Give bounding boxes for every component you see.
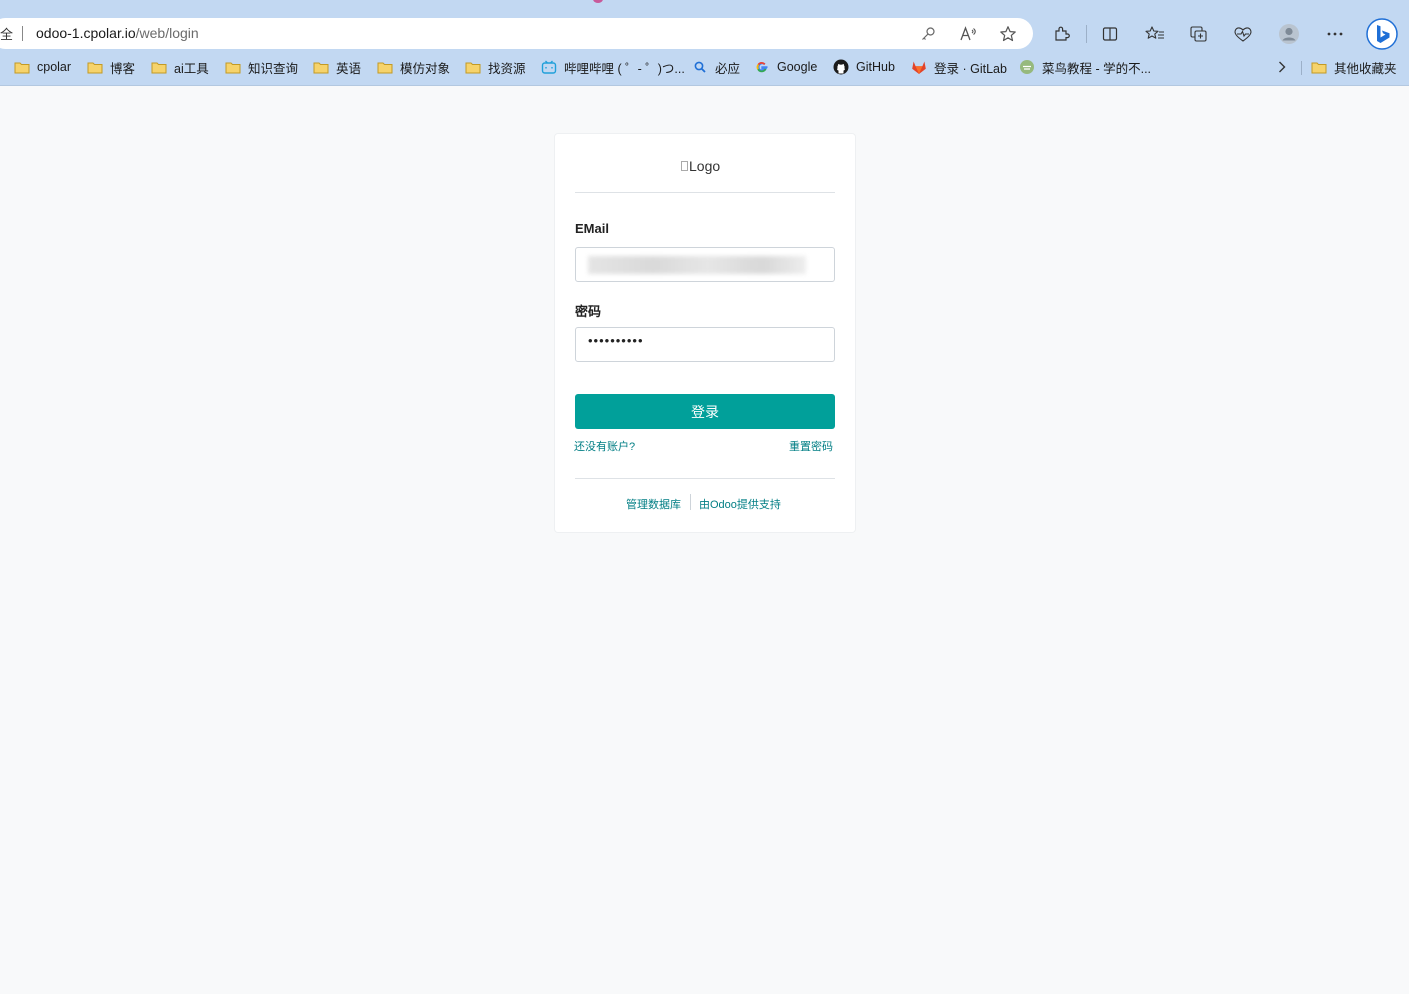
read-aloud-icon[interactable] xyxy=(959,25,977,43)
footer-divider xyxy=(575,478,835,479)
bing-copilot-icon[interactable] xyxy=(1366,18,1398,50)
header-divider xyxy=(575,192,835,193)
address-bar-prefix: 全 xyxy=(0,27,14,42)
extensions-icon[interactable] xyxy=(1051,23,1073,45)
bookmark-english[interactable]: 英语 xyxy=(313,58,361,76)
url-path: /web/login xyxy=(135,25,199,41)
footer-separator xyxy=(690,494,691,510)
bookmark-label: GitHub xyxy=(856,60,895,74)
password-value: •••••••••• xyxy=(588,333,644,348)
bookmark-bing[interactable]: 必应 xyxy=(692,58,740,76)
favorites-list-icon[interactable] xyxy=(1144,23,1166,45)
email-field[interactable] xyxy=(575,247,835,282)
search-icon xyxy=(692,60,708,74)
browser-chrome: 全 odoo-1.cpolar.io/web/login cpolar 博客 a… xyxy=(0,0,1409,86)
login-card: Logo EMail 密码 •••••••••• 登录 还没有账户? 重置密码 … xyxy=(555,134,855,532)
url-host: odoo-1.cpolar.io xyxy=(36,25,136,41)
favorite-star-icon[interactable] xyxy=(999,25,1017,43)
email-value-redacted xyxy=(588,256,806,274)
bookmarks-divider xyxy=(1301,61,1302,75)
folder-icon xyxy=(465,60,481,74)
bookmark-github[interactable]: GitHub xyxy=(833,58,895,76)
bookmark-resources[interactable]: 找资源 xyxy=(465,58,526,76)
bookmark-cpolar[interactable]: cpolar xyxy=(14,58,71,76)
bookmark-label: 必应 xyxy=(715,61,741,76)
folder-icon xyxy=(225,60,241,74)
address-bar-separator xyxy=(22,26,23,41)
folder-icon xyxy=(151,60,167,74)
bookmark-blog[interactable]: 博客 xyxy=(87,58,135,76)
url-text[interactable]: odoo-1.cpolar.io/web/login xyxy=(36,25,199,41)
bookmark-gitlab[interactable]: 登录 · GitLab xyxy=(911,58,1007,76)
email-label: EMail xyxy=(575,221,609,236)
address-bar[interactable]: 全 odoo-1.cpolar.io/web/login xyxy=(0,18,1033,49)
bookmark-label: Google xyxy=(777,60,818,74)
more-menu-icon[interactable] xyxy=(1324,23,1346,45)
bookmark-knowledge[interactable]: 知识查询 xyxy=(225,58,298,76)
powered-by-odoo-link[interactable]: 由Odoo提供支持 xyxy=(699,496,781,512)
bookmark-label: cpolar xyxy=(37,60,72,74)
folder-icon xyxy=(14,60,30,74)
bilibili-icon xyxy=(541,60,557,74)
broken-image-icon xyxy=(681,161,688,171)
bookmarks-overflow-chevron-icon[interactable] xyxy=(1277,58,1287,76)
bookmark-label: 登录 · GitLab xyxy=(934,61,1007,76)
folder-icon xyxy=(313,60,329,74)
login-button[interactable]: 登录 xyxy=(575,394,835,429)
password-label: 密码 xyxy=(575,304,602,319)
tab-indicator xyxy=(593,0,603,3)
browser-essentials-icon[interactable] xyxy=(1232,23,1254,45)
logo-alt-text: Logo xyxy=(689,158,721,174)
bookmarks-bar: cpolar 博客 ai工具 知识查询 英语 模仿对象 找资源 哔哩哔哩 ( ゜… xyxy=(0,55,1409,79)
toolbar-divider xyxy=(1086,25,1087,43)
password-key-icon[interactable] xyxy=(919,25,937,43)
bookmark-ai-tools[interactable]: ai工具 xyxy=(151,58,209,76)
google-icon xyxy=(754,60,770,74)
split-screen-icon[interactable] xyxy=(1099,23,1121,45)
bookmark-label: 模仿对象 xyxy=(400,61,451,76)
runoob-icon xyxy=(1019,60,1035,74)
bookmark-label: 英语 xyxy=(336,61,362,76)
bookmark-label: 其他收藏夹 xyxy=(1334,61,1397,76)
bookmark-label: 找资源 xyxy=(488,61,526,76)
signup-link[interactable]: 还没有账户? xyxy=(574,438,635,454)
password-field[interactable]: •••••••••• xyxy=(575,327,835,362)
collections-icon[interactable] xyxy=(1188,23,1210,45)
bookmark-imitate[interactable]: 模仿对象 xyxy=(377,58,450,76)
bookmark-label: 哔哩哔哩 ( ゜- ゜)つ... xyxy=(564,61,685,76)
manage-databases-link[interactable]: 管理数据库 xyxy=(626,496,681,512)
folder-icon xyxy=(1311,60,1327,74)
github-icon xyxy=(833,59,849,75)
bookmark-google[interactable]: Google xyxy=(754,58,817,76)
reset-password-link[interactable]: 重置密码 xyxy=(789,438,833,454)
bookmark-label: 知识查询 xyxy=(248,61,299,76)
bookmark-label: 博客 xyxy=(110,61,136,76)
bookmark-label: ai工具 xyxy=(174,61,209,76)
bookmark-runoob[interactable]: 菜鸟教程 - 学的不... xyxy=(1019,58,1151,76)
logo: Logo xyxy=(681,158,720,174)
bookmark-label: 菜鸟教程 - 学的不... xyxy=(1042,61,1152,76)
gitlab-icon xyxy=(911,60,927,74)
bookmark-other-favorites[interactable]: 其他收藏夹 xyxy=(1311,58,1397,76)
folder-icon xyxy=(377,60,393,74)
bookmark-bilibili[interactable]: 哔哩哔哩 ( ゜- ゜)つ... xyxy=(541,58,685,76)
folder-icon xyxy=(87,60,103,74)
profile-avatar-icon[interactable] xyxy=(1278,23,1300,45)
